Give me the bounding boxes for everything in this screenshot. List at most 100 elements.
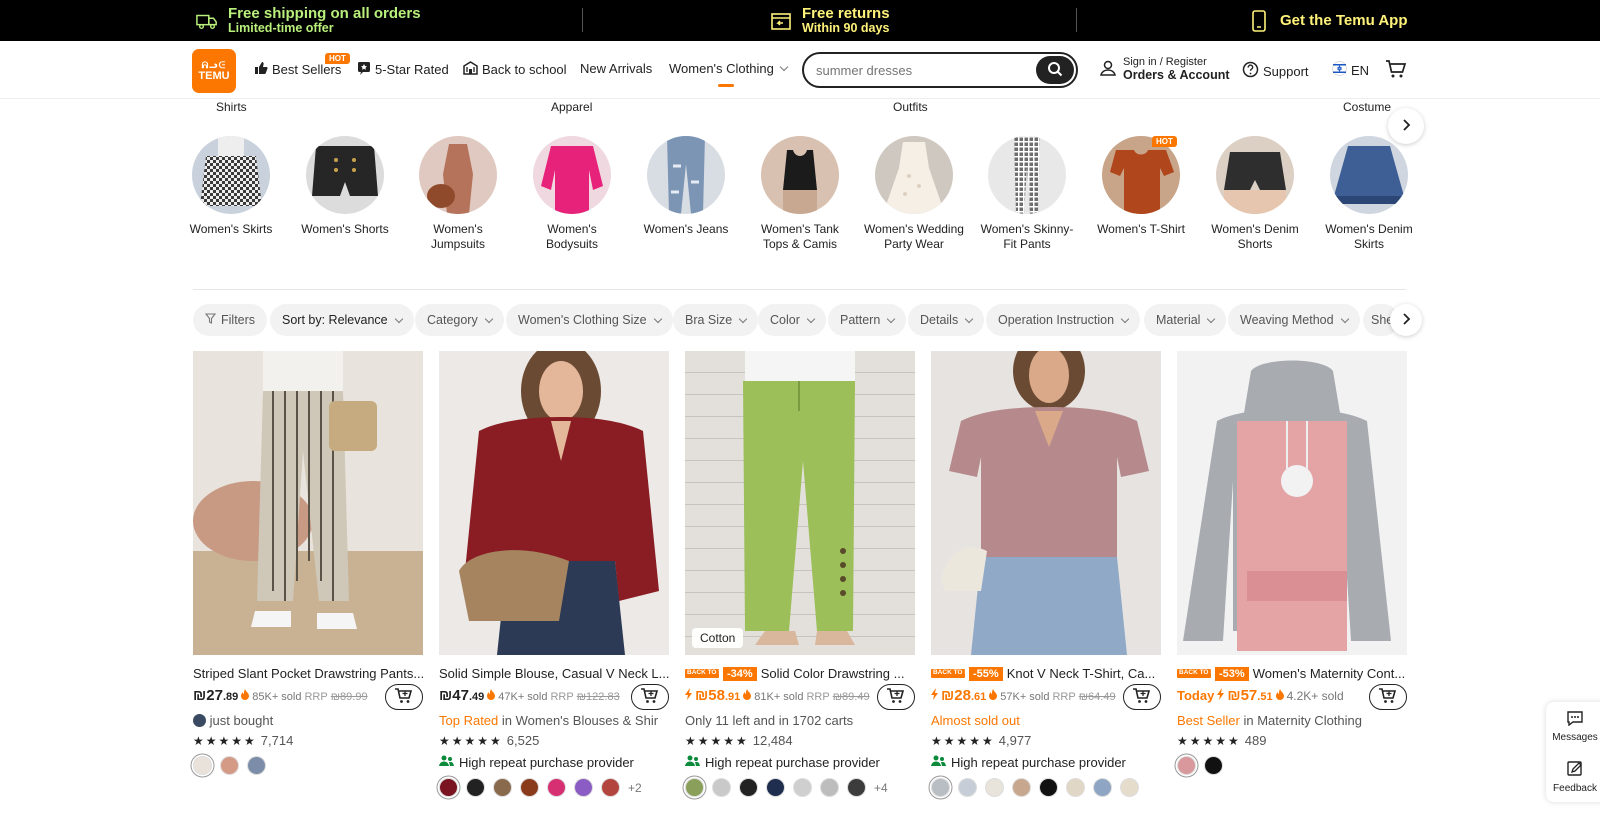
- product-image[interactable]: [193, 351, 423, 655]
- product-title[interactable]: Striped Slant Pocket Drawstring Pants...: [193, 666, 423, 681]
- color-swatch[interactable]: [739, 778, 758, 797]
- review-count: 4,977: [998, 733, 1032, 748]
- add-to-cart-button[interactable]: [1369, 684, 1407, 710]
- color-swatch[interactable]: [1093, 778, 1112, 797]
- sort-label: Sort by: Relevance: [282, 313, 388, 327]
- search-input[interactable]: [816, 61, 1036, 79]
- category-womens-skirts[interactable]: Women's Skirts: [181, 136, 281, 237]
- category-top-label[interactable]: Apparel: [551, 100, 592, 114]
- product-card[interactable]: Striped Slant Pocket Drawstring Pants...…: [193, 351, 423, 775]
- color-swatch[interactable]: [1012, 778, 1031, 797]
- color-swatch[interactable]: [193, 756, 212, 775]
- color-swatch[interactable]: [466, 778, 485, 797]
- search-button[interactable]: [1036, 56, 1074, 84]
- product-image[interactable]: [1177, 351, 1407, 655]
- product-card[interactable]: BACK TO SCHOOL -55% Knot V Neck T-Shirt,…: [931, 351, 1161, 797]
- product-image[interactable]: [931, 351, 1161, 655]
- color-swatch[interactable]: [685, 778, 704, 797]
- cart-button[interactable]: [1385, 59, 1407, 82]
- add-to-cart-button[interactable]: [385, 684, 423, 710]
- category-top-label[interactable]: Outfits: [893, 100, 928, 114]
- support-link[interactable]: Support: [1242, 61, 1309, 81]
- category-womens-wedding[interactable]: Women's Wedding Party Wear: [864, 136, 964, 252]
- color-swatch[interactable]: [547, 778, 566, 797]
- color-swatch[interactable]: [793, 778, 812, 797]
- product-card[interactable]: Cotton BACK TO SCHOOL -34% Solid Color D…: [685, 351, 915, 797]
- nav-five-star-label: 5-Star Rated: [375, 62, 449, 77]
- color-swatch[interactable]: [1177, 756, 1196, 775]
- filter-weaving-method[interactable]: Weaving Method: [1228, 304, 1360, 336]
- category-top-label[interactable]: Shirts: [216, 100, 247, 114]
- product-ranking[interactable]: Best Seller in Maternity Clothing: [1177, 713, 1407, 728]
- product-title[interactable]: Solid Simple Blouse, Casual V Neck L...: [439, 666, 669, 681]
- promo-get-app[interactable]: Get the Temu App: [1248, 0, 1408, 41]
- add-to-cart-button[interactable]: [1123, 684, 1161, 710]
- feedback-button[interactable]: Feedback: [1546, 752, 1600, 802]
- nav-womens-clothing[interactable]: Women's Clothing: [669, 61, 789, 76]
- product-card[interactable]: BACK TO SCHOOL -53% Women's Maternity Co…: [1177, 351, 1407, 775]
- product-card[interactable]: Solid Simple Blouse, Casual V Neck L... …: [439, 351, 669, 797]
- color-swatch[interactable]: [766, 778, 785, 797]
- add-to-cart-button[interactable]: [631, 684, 669, 710]
- chevron-down-icon: [779, 62, 789, 72]
- category-womens-jeans[interactable]: Women's Jeans: [636, 136, 736, 237]
- category-womens-tank-tops[interactable]: Women's Tank Tops & Camis: [750, 136, 850, 252]
- filter-details[interactable]: Details: [908, 304, 985, 336]
- nav-back-to-school[interactable]: Back to school: [463, 61, 567, 78]
- category-womens-denim-skirts[interactable]: Women's Denim Skirts: [1319, 136, 1419, 252]
- product-title[interactable]: BACK TO SCHOOL -34% Solid Color Drawstri…: [685, 666, 915, 681]
- filter-material[interactable]: Material: [1144, 304, 1227, 336]
- filter-color[interactable]: Color: [758, 304, 826, 336]
- more-colors-count[interactable]: +4: [874, 781, 888, 795]
- filter-operation-instruction[interactable]: Operation Instruction: [986, 304, 1141, 336]
- account-menu[interactable]: Sign in / Register Orders & Account: [1099, 56, 1230, 82]
- color-swatch[interactable]: [1120, 778, 1139, 797]
- product-title[interactable]: BACK TO SCHOOL -53% Women's Maternity Co…: [1177, 666, 1407, 681]
- category-womens-denim-shorts[interactable]: Women's Denim Shorts: [1205, 136, 1305, 252]
- more-colors-count[interactable]: +2: [628, 781, 642, 795]
- color-swatch[interactable]: [574, 778, 593, 797]
- filter-bra-size[interactable]: Bra Size: [673, 304, 759, 336]
- product-ranking[interactable]: Top Rated in Women's Blouses & Shir: [439, 713, 669, 728]
- color-swatch[interactable]: [1039, 778, 1058, 797]
- filter-clothing-size[interactable]: Women's Clothing Size: [506, 304, 673, 336]
- color-swatch[interactable]: [247, 756, 266, 775]
- color-swatch[interactable]: [958, 778, 977, 797]
- add-to-cart-button[interactable]: [877, 684, 915, 710]
- category-womens-bodysuits[interactable]: Women's Bodysuits: [522, 136, 622, 252]
- color-swatch[interactable]: [985, 778, 1004, 797]
- filter-category[interactable]: Category: [415, 304, 504, 336]
- product-image[interactable]: Cotton: [685, 351, 915, 655]
- filter-pattern[interactable]: Pattern: [828, 304, 907, 336]
- color-swatch[interactable]: [220, 756, 239, 775]
- category-womens-jumpsuits[interactable]: Women's Jumpsuits: [408, 136, 508, 252]
- category-womens-shorts[interactable]: Women's Shorts: [295, 136, 395, 237]
- language-selector[interactable]: EN: [1332, 61, 1369, 79]
- users-icon: [685, 754, 700, 770]
- filters-next-button[interactable]: [1390, 304, 1422, 336]
- temu-logo[interactable]: ᕱᓗᕮ TEMU: [192, 49, 236, 93]
- returns-sub: Within 90 days: [802, 21, 890, 35]
- color-swatch[interactable]: [1204, 756, 1223, 775]
- product-title[interactable]: BACK TO SCHOOL -55% Knot V Neck T-Shirt,…: [931, 666, 1161, 681]
- color-swatch[interactable]: [1066, 778, 1085, 797]
- category-womens-skinny-pants[interactable]: Women's Skinny-Fit Pants: [977, 136, 1077, 252]
- color-swatch[interactable]: [847, 778, 866, 797]
- color-swatch[interactable]: [931, 778, 950, 797]
- category-top-label[interactable]: Costume: [1343, 100, 1391, 114]
- color-swatch[interactable]: [820, 778, 839, 797]
- promo-free-shipping[interactable]: Free shipping on all orders Limited-time…: [196, 0, 421, 41]
- filters-button[interactable]: Filters: [193, 304, 268, 336]
- color-swatch[interactable]: [601, 778, 620, 797]
- nav-new-arrivals[interactable]: New Arrivals: [580, 61, 652, 76]
- sort-dropdown[interactable]: Sort by: Relevance: [270, 304, 414, 336]
- messages-button[interactable]: Messages: [1546, 702, 1600, 752]
- color-swatch[interactable]: [712, 778, 731, 797]
- color-swatch[interactable]: [439, 778, 458, 797]
- color-swatch[interactable]: [520, 778, 539, 797]
- category-womens-tshirt[interactable]: HOT Women's T-Shirt: [1091, 136, 1191, 237]
- color-swatch[interactable]: [493, 778, 512, 797]
- nav-five-star[interactable]: 5-Star Rated: [357, 61, 449, 78]
- promo-free-returns[interactable]: Free returns Within 90 days: [770, 0, 890, 41]
- product-image[interactable]: [439, 351, 669, 655]
